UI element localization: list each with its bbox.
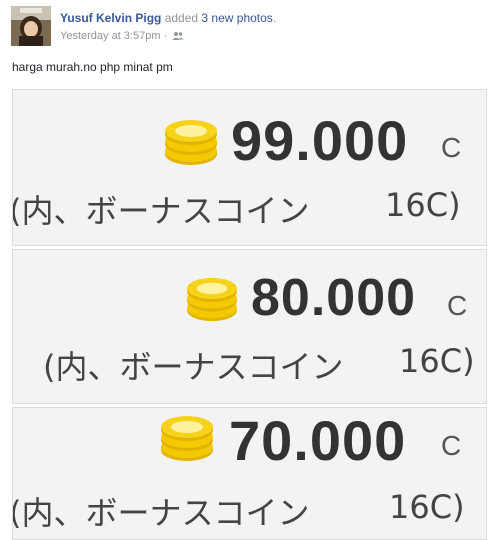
coin-stack-icon: [187, 277, 237, 322]
post-header: Yusuf Kelvin Pigg added 3 new photos. Ye…: [11, 6, 486, 50]
friends-icon[interactable]: [172, 31, 184, 44]
post-text: harga murah.no php minat pm: [12, 60, 173, 74]
bonus-count: 16C): [389, 488, 465, 526]
avatar[interactable]: [11, 6, 51, 46]
meta-separator: ·: [163, 30, 168, 42]
action-suffix: .: [272, 11, 277, 25]
photos-link[interactable]: 3 new photos: [201, 11, 272, 25]
coin-stack-icon: [165, 120, 217, 165]
photo-3[interactable]: 70.000 C (内、ボーナスコイン 16C): [12, 407, 487, 540]
coin-amount: 99.000: [231, 109, 409, 172]
coin-stack-icon: [161, 416, 213, 461]
coin-unit: C: [441, 430, 462, 461]
bonus-count: 16C): [385, 186, 461, 224]
timestamp-link[interactable]: Yesterday at 3:57pm: [60, 30, 161, 42]
coin-amount: 70.000: [229, 409, 407, 472]
action-text: added: [164, 11, 199, 25]
bonus-count: 16C): [399, 342, 475, 380]
bonus-label: (内、ボーナスコイン: [12, 192, 310, 230]
coin-unit: C: [447, 290, 468, 321]
coin-amount: 80.000: [251, 269, 417, 327]
coin-unit: C: [441, 132, 462, 163]
bonus-label: (内、ボーナスコイン: [12, 494, 310, 532]
post-title-line: Yusuf Kelvin Pigg added 3 new photos.: [60, 11, 276, 25]
bonus-label: (内、ボーナスコイン: [43, 348, 344, 386]
photo-2[interactable]: 80.000 C (内、ボーナスコイン 16C): [12, 249, 487, 404]
photo-1[interactable]: 99.000 C (内、ボーナスコイン 16C): [12, 89, 487, 246]
author-name-link[interactable]: Yusuf Kelvin Pigg: [60, 11, 161, 25]
post-meta: Yesterday at 3:57pm ·: [60, 30, 184, 44]
